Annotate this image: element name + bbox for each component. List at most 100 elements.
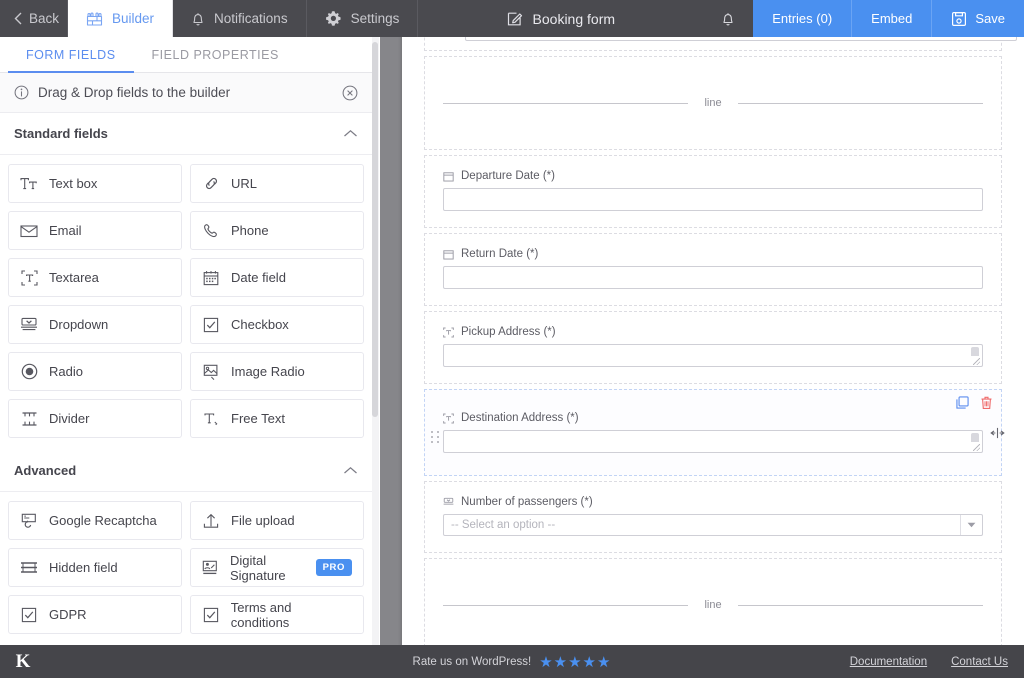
contact-us-link[interactable]: Contact Us	[951, 656, 1008, 668]
canvas-field-divider-bottom[interactable]: line	[424, 558, 1002, 645]
tab-notifications[interactable]: Notifications	[173, 0, 307, 37]
canvas-field-partial[interactable]	[424, 37, 1017, 51]
checkbox-icon	[202, 607, 220, 623]
sidebar-scrollbar-thumb[interactable]	[372, 42, 378, 417]
tab-builder-label: Builder	[112, 11, 155, 26]
drag-drop-hint-label: Drag & Drop fields to the builder	[38, 85, 231, 100]
dropdown-icon	[20, 317, 38, 332]
field-url[interactable]: URL	[190, 164, 364, 203]
form-title[interactable]: Booking form	[489, 0, 633, 37]
field-url-label: URL	[231, 176, 258, 191]
upload-icon	[202, 513, 220, 529]
field-hidden-field[interactable]: Hidden field	[8, 548, 182, 587]
standard-fields-grid: Text box URL Email Phone Textarea Date f…	[0, 155, 372, 440]
canvas-field-pickup-address[interactable]: Pickup Address (*)	[424, 311, 1002, 384]
field-date-label: Date field	[231, 270, 286, 285]
chevron-down-icon[interactable]	[960, 515, 982, 535]
resize-width-icon[interactable]	[990, 425, 1005, 440]
textarea-icon	[443, 412, 454, 424]
field-free-text-label: Free Text	[231, 411, 285, 426]
info-circle-icon	[14, 85, 29, 100]
field-phone-label: Phone	[231, 223, 269, 238]
calendar-icon	[202, 270, 220, 286]
image-radio-icon	[202, 364, 220, 380]
field-divider[interactable]: Divider	[8, 399, 182, 438]
embed-button[interactable]: Embed	[852, 0, 933, 37]
calendar-icon	[443, 171, 454, 182]
field-google-recaptcha[interactable]: Google Recaptcha	[8, 501, 182, 540]
field-label-row: Destination Address (*)	[443, 412, 983, 424]
section-advanced-title: Advanced	[14, 463, 77, 478]
drag-handle-icon[interactable]	[431, 430, 440, 443]
partial-text-input[interactable]	[465, 37, 1017, 41]
entries-label: Entries (0)	[772, 11, 833, 26]
topbar-spacer-right	[633, 0, 703, 37]
back-label: Back	[29, 11, 60, 26]
field-radio[interactable]: Radio	[8, 352, 182, 391]
back-button[interactable]: Back	[0, 0, 68, 37]
tab-builder[interactable]: Builder	[68, 0, 174, 37]
star-rating[interactable]: ★★★★★	[539, 653, 611, 671]
sidebar: FORM FIELDS FIELD PROPERTIES Drag & Drop…	[0, 37, 372, 645]
chevron-up-icon[interactable]	[343, 466, 358, 475]
envelope-icon	[20, 224, 38, 238]
form-builder-canvas: line Departure Date (*) Return Date (*) …	[380, 37, 1024, 645]
field-date[interactable]: Date field	[190, 258, 364, 297]
canvas-field-return-date[interactable]: Return Date (*)	[424, 233, 1002, 306]
return-date-input[interactable]	[443, 266, 983, 289]
calendar-icon	[443, 249, 454, 260]
departure-date-label: Departure Date (*)	[461, 170, 555, 182]
form-page: line Departure Date (*) Return Date (*) …	[402, 37, 1024, 645]
form-title-label: Booking form	[532, 10, 616, 27]
tab-form-fields[interactable]: FORM FIELDS	[8, 37, 134, 73]
notifications-bell-button[interactable]	[703, 0, 753, 37]
field-free-text[interactable]: Free Text	[190, 399, 364, 438]
section-header-advanced[interactable]: Advanced	[0, 450, 372, 492]
chevron-up-icon[interactable]	[343, 129, 358, 138]
canvas-field-number-of-passengers[interactable]: Number of passengers (*) -- Select an op…	[424, 481, 1002, 553]
field-image-radio[interactable]: Image Radio	[190, 352, 364, 391]
documentation-link[interactable]: Documentation	[850, 656, 927, 668]
tab-settings[interactable]: Settings	[307, 0, 419, 37]
field-file-upload[interactable]: File upload	[190, 501, 364, 540]
close-circle-icon[interactable]	[342, 85, 358, 101]
field-digital-signature[interactable]: Digital Signature PRO	[190, 548, 364, 587]
field-phone[interactable]: Phone	[190, 211, 364, 250]
topbar-spacer-left	[418, 0, 488, 37]
canvas-field-departure-date[interactable]: Departure Date (*)	[424, 155, 1002, 228]
hidden-field-icon	[20, 561, 38, 574]
field-terms-and-conditions[interactable]: Terms and conditions	[190, 595, 364, 634]
field-hidden-field-label: Hidden field	[49, 560, 118, 575]
number-of-passengers-select[interactable]: -- Select an option --	[443, 514, 983, 536]
save-button[interactable]: Save	[932, 0, 1024, 37]
embed-label: Embed	[871, 11, 913, 26]
departure-date-input[interactable]	[443, 188, 983, 211]
recaptcha-icon	[20, 513, 38, 529]
field-label-row: Departure Date (*)	[443, 170, 983, 182]
free-text-icon	[202, 411, 220, 426]
rate-us-label: Rate us on WordPress!	[412, 655, 532, 668]
pickup-address-textarea[interactable]	[443, 344, 983, 367]
duplicate-icon[interactable]	[956, 396, 969, 410]
field-textarea[interactable]: Textarea	[8, 258, 182, 297]
textarea-icon	[443, 326, 454, 338]
save-disk-icon	[951, 11, 967, 27]
tab-field-properties[interactable]: FIELD PROPERTIES	[134, 37, 297, 72]
divider-line-left	[443, 604, 689, 606]
field-gdpr[interactable]: GDPR	[8, 595, 182, 634]
section-header-standard-fields[interactable]: Standard fields	[0, 113, 372, 155]
canvas-field-destination-address[interactable]: Destination Address (*)	[424, 389, 1005, 476]
field-image-radio-label: Image Radio	[231, 364, 305, 379]
canvas-field-divider-top[interactable]: line	[424, 56, 1002, 150]
field-text-box[interactable]: Text box	[8, 164, 182, 203]
checkbox-icon	[202, 317, 220, 333]
entries-button[interactable]: Entries (0)	[753, 0, 853, 37]
field-email[interactable]: Email	[8, 211, 182, 250]
field-dropdown[interactable]: Dropdown	[8, 305, 182, 344]
field-checkbox[interactable]: Checkbox	[190, 305, 364, 344]
sidebar-tabs: FORM FIELDS FIELD PROPERTIES	[0, 37, 372, 73]
destination-address-textarea[interactable]	[443, 430, 983, 453]
divider-row: line	[443, 71, 983, 133]
trash-icon[interactable]	[980, 396, 993, 410]
field-dropdown-label: Dropdown	[49, 317, 109, 332]
